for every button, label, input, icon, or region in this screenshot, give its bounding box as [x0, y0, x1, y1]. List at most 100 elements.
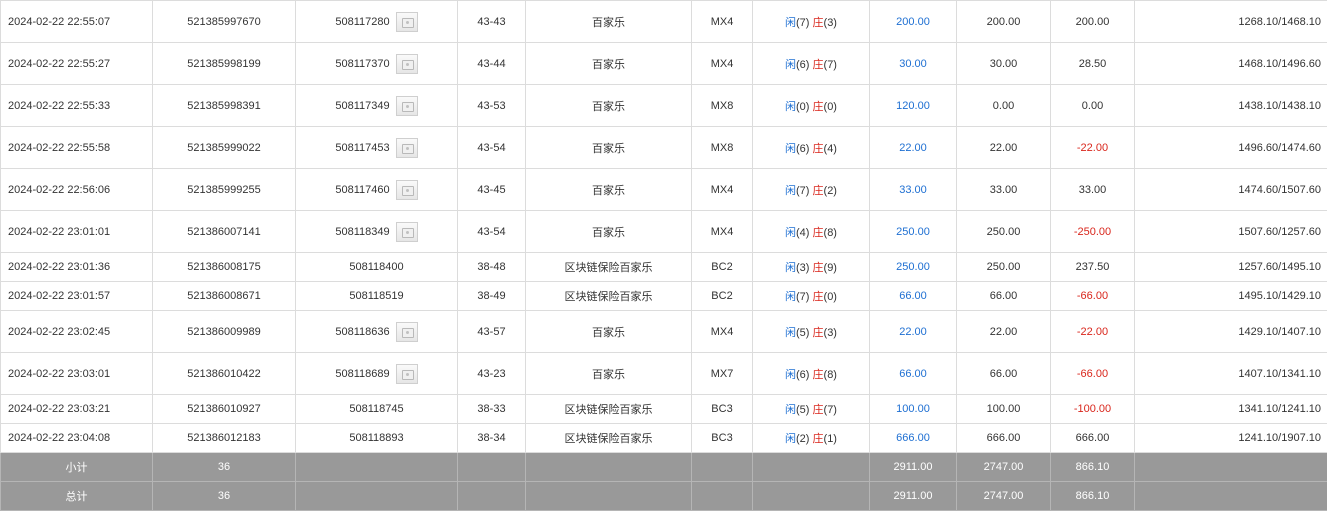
- win-loss: -66.00: [1051, 353, 1135, 395]
- summary-bet: 2911.00: [870, 453, 957, 482]
- game-name: 区块链保险百家乐: [526, 253, 692, 282]
- round-number: 508118349: [335, 226, 389, 238]
- player-label: 闲: [785, 17, 796, 29]
- round-number-cell: 508117349: [296, 85, 458, 127]
- round-thumbnail-icon[interactable]: [396, 364, 418, 384]
- player-label: 闲: [785, 143, 796, 155]
- bet-time: 2024-02-22 22:56:06: [1, 169, 153, 211]
- round-number: 508118400: [349, 261, 403, 273]
- room-code: BC2: [692, 282, 753, 311]
- player-score: (0): [796, 101, 809, 113]
- round-number-cell: 508117370: [296, 43, 458, 85]
- bet-time: 2024-02-22 23:01:36: [1, 253, 153, 282]
- win-loss: 200.00: [1051, 1, 1135, 43]
- table-number: 43-23: [458, 353, 526, 395]
- round-thumbnail-icon[interactable]: [396, 96, 418, 116]
- table-number: 43-44: [458, 43, 526, 85]
- bet-records-table: 2024-02-22 22:55:07 521385997670 5081172…: [0, 0, 1327, 511]
- summary-empty: [526, 482, 692, 511]
- balance-change: 1341.10/1241.10: [1135, 395, 1327, 424]
- valid-bet: 100.00: [957, 395, 1051, 424]
- bet-time: 2024-02-22 23:01:57: [1, 282, 153, 311]
- table-row: 2024-02-22 22:55:27 521385998199 5081173…: [1, 43, 1327, 85]
- player-label: 闲: [785, 185, 796, 197]
- player-label: 闲: [785, 291, 796, 303]
- bet-time: 2024-02-22 23:03:01: [1, 353, 153, 395]
- round-number: 508118893: [349, 432, 403, 444]
- order-number: 521386010927: [153, 395, 296, 424]
- bet-time: 2024-02-22 22:55:58: [1, 127, 153, 169]
- valid-bet: 250.00: [957, 253, 1051, 282]
- result: 闲(5) 庄(3): [753, 311, 870, 353]
- player-score: (5): [796, 404, 809, 416]
- balance-change: 1496.60/1474.60: [1135, 127, 1327, 169]
- round-thumbnail-icon[interactable]: [396, 322, 418, 342]
- order-number: 521385998391: [153, 85, 296, 127]
- table-row: 2024-02-22 23:01:01 521386007141 5081183…: [1, 211, 1327, 253]
- player-score: (7): [796, 291, 809, 303]
- balance-change: 1241.10/1907.10: [1135, 424, 1327, 453]
- round-number: 508118636: [335, 326, 389, 338]
- game-name: 百家乐: [526, 169, 692, 211]
- player-score: (5): [796, 327, 809, 339]
- bet-time: 2024-02-22 23:02:45: [1, 311, 153, 353]
- round-number-cell: 508118893: [296, 424, 458, 453]
- win-loss: -100.00: [1051, 395, 1135, 424]
- table-row: 2024-02-22 23:03:01 521386010422 5081186…: [1, 353, 1327, 395]
- round-number-cell: 508118636: [296, 311, 458, 353]
- player-label: 闲: [785, 433, 796, 445]
- bet-amount: 33.00: [870, 169, 957, 211]
- table-number: 43-54: [458, 211, 526, 253]
- balance-change: 1474.60/1507.60: [1135, 169, 1327, 211]
- balance-change: 1438.10/1438.10: [1135, 85, 1327, 127]
- order-number: 521386008175: [153, 253, 296, 282]
- summary-bet: 2911.00: [870, 482, 957, 511]
- round-number: 508117453: [335, 142, 389, 154]
- balance-change: 1407.10/1341.10: [1135, 353, 1327, 395]
- result: 闲(7) 庄(3): [753, 1, 870, 43]
- banker-label: 庄: [813, 327, 824, 339]
- banker-label: 庄: [813, 143, 824, 155]
- table-number: 43-57: [458, 311, 526, 353]
- game-name: 百家乐: [526, 311, 692, 353]
- room-code: MX7: [692, 353, 753, 395]
- summary-count: 36: [153, 453, 296, 482]
- table-number: 38-49: [458, 282, 526, 311]
- banker-label: 庄: [813, 433, 824, 445]
- room-code: BC3: [692, 424, 753, 453]
- table-number: 38-48: [458, 253, 526, 282]
- round-thumbnail-icon[interactable]: [396, 12, 418, 32]
- result: 闲(6) 庄(7): [753, 43, 870, 85]
- win-loss: -22.00: [1051, 127, 1135, 169]
- table-number: 43-45: [458, 169, 526, 211]
- summary-empty: [526, 453, 692, 482]
- round-thumbnail-icon[interactable]: [396, 138, 418, 158]
- balance-change: 1257.60/1495.10: [1135, 253, 1327, 282]
- round-thumbnail-icon[interactable]: [396, 222, 418, 242]
- valid-bet: 200.00: [957, 1, 1051, 43]
- game-name: 百家乐: [526, 353, 692, 395]
- valid-bet: 66.00: [957, 282, 1051, 311]
- banker-score: (7): [824, 404, 837, 416]
- order-number: 521386007141: [153, 211, 296, 253]
- round-thumbnail-icon[interactable]: [396, 54, 418, 74]
- round-number-cell: 508118519: [296, 282, 458, 311]
- banker-score: (0): [824, 101, 837, 113]
- room-code: BC3: [692, 395, 753, 424]
- order-number: 521385997670: [153, 1, 296, 43]
- order-number: 521385999022: [153, 127, 296, 169]
- bet-amount: 66.00: [870, 282, 957, 311]
- bet-amount: 250.00: [870, 253, 957, 282]
- round-thumbnail-icon[interactable]: [396, 180, 418, 200]
- bet-time: 2024-02-22 22:55:33: [1, 85, 153, 127]
- round-number-cell: 508118689: [296, 353, 458, 395]
- win-loss: 28.50: [1051, 43, 1135, 85]
- round-number-cell: 508117280: [296, 1, 458, 43]
- round-number: 508117349: [335, 100, 389, 112]
- bet-time: 2024-02-22 22:55:27: [1, 43, 153, 85]
- valid-bet: 0.00: [957, 85, 1051, 127]
- game-name: 区块链保险百家乐: [526, 282, 692, 311]
- game-name: 百家乐: [526, 1, 692, 43]
- player-label: 闲: [785, 327, 796, 339]
- win-loss: 33.00: [1051, 169, 1135, 211]
